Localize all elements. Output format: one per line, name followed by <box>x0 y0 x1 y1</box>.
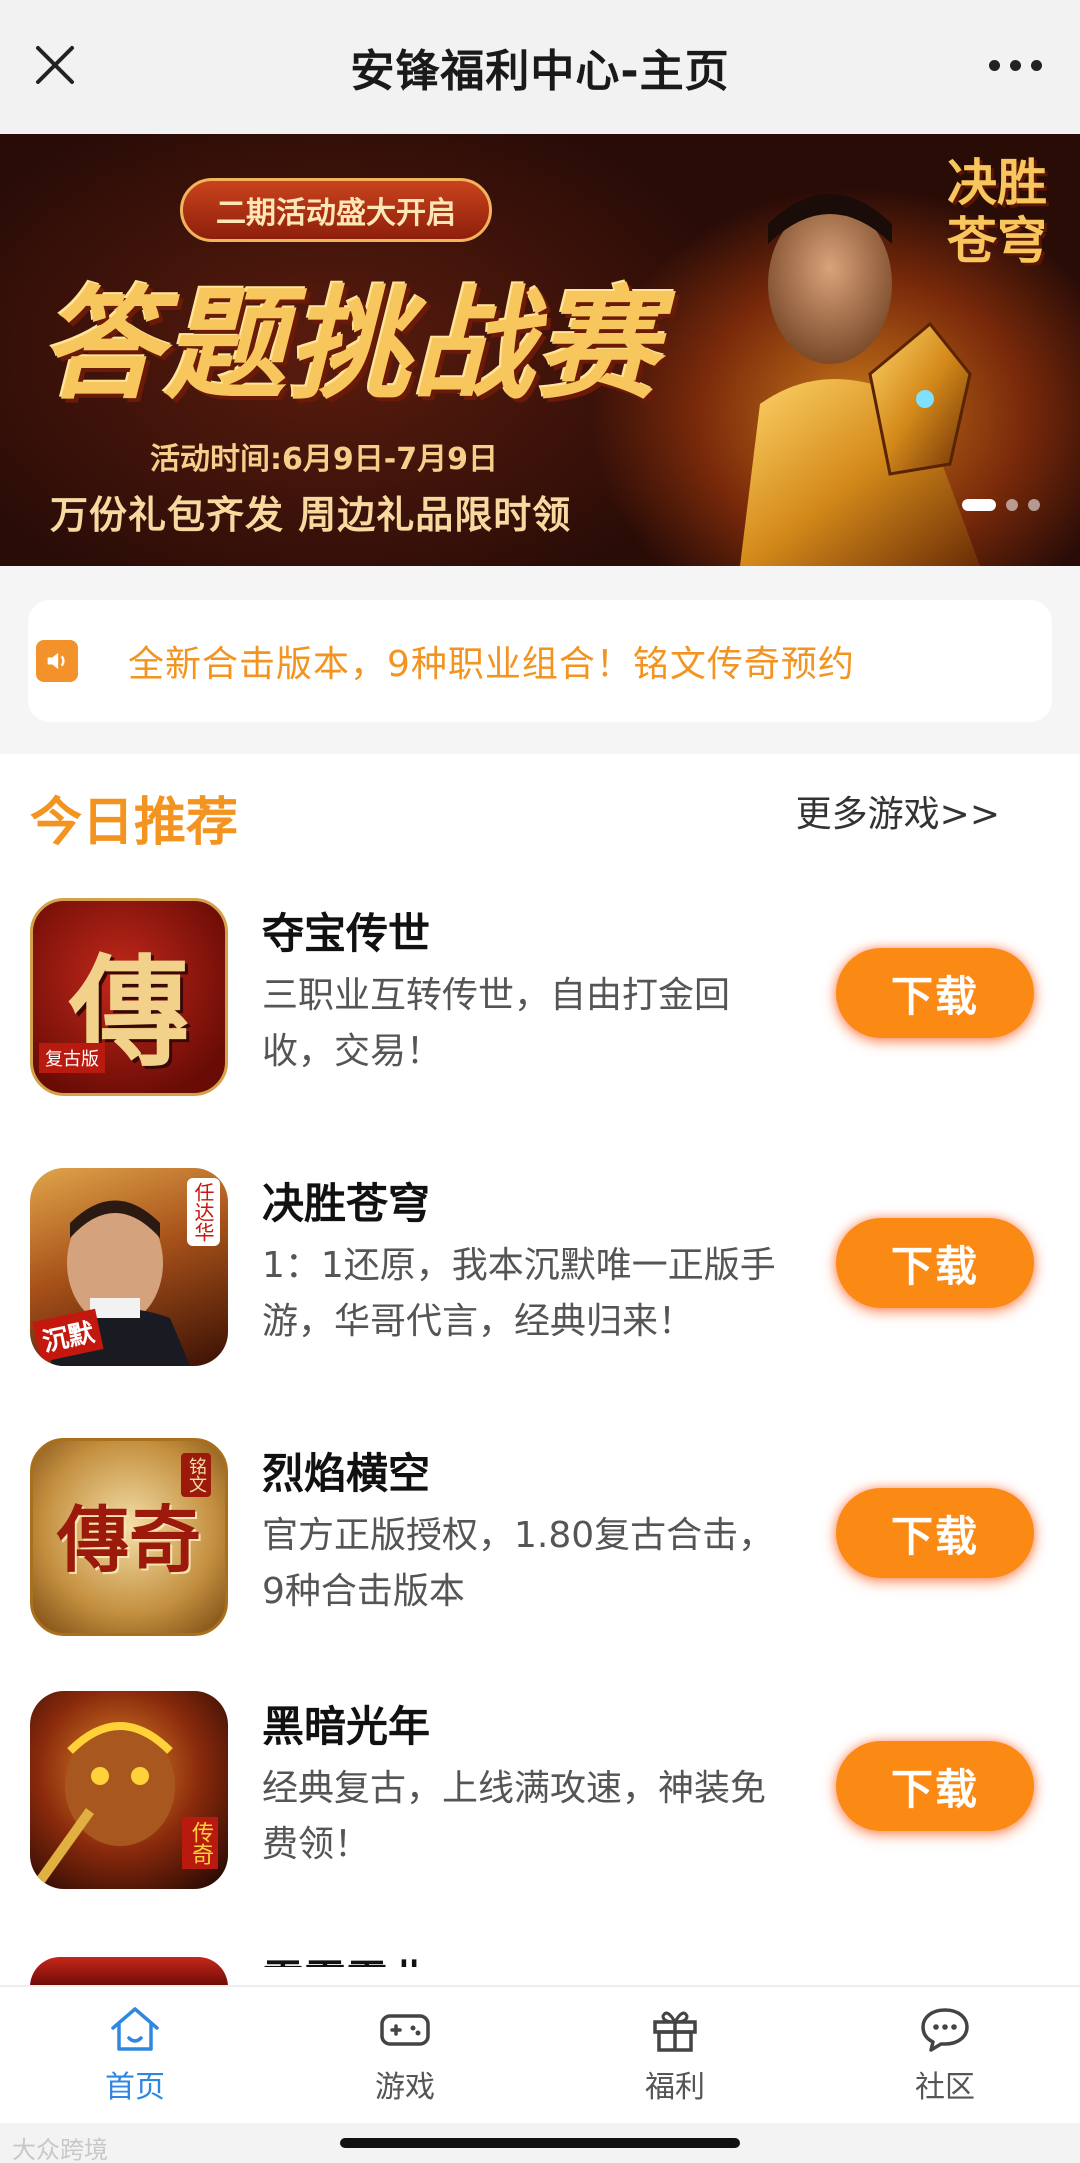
tab-home[interactable]: 首页 <box>0 1987 270 2123</box>
home-icon <box>111 2007 159 2051</box>
tab-games[interactable]: 游戏 <box>270 1987 540 2123</box>
gift-icon <box>653 2011 697 2052</box>
game-icon[interactable]: 傳奇 铭文 <box>30 1438 228 1636</box>
carousel-dot[interactable] <box>1028 499 1040 511</box>
download-button[interactable]: 下载 <box>836 1488 1034 1578</box>
chat-icon <box>921 2008 969 2052</box>
tab-label: 首页 <box>105 2070 165 2105</box>
game-name: 雷霆霸业 <box>262 1947 430 1967</box>
section-title: 今日推荐 <box>30 793 239 853</box>
close-icon[interactable] <box>30 40 80 90</box>
game-description: 官方正版授权，1.80复古合击，9种合击版本 <box>262 1515 775 1612</box>
download-button[interactable]: 下载 <box>836 1741 1034 1831</box>
promo-banner[interactable]: 二期活动盛大开启 答题挑战赛 活动时间:6月9日-7月9日 万份礼包齐发 周边礼… <box>0 134 1080 566</box>
notice-text: 全新合击版本，9种职业组合！铭文传奇预约 <box>128 644 855 685</box>
carousel-dot[interactable] <box>962 499 996 511</box>
notice-bar[interactable]: 全新合击版本，9种职业组合！铭文传奇预约 <box>28 600 1052 722</box>
download-button[interactable]: 下载 <box>836 1218 1034 1308</box>
tab-community[interactable]: 社区 <box>810 1987 1080 2123</box>
banner-subtitle: 万份礼包齐发 周边礼品限时领 <box>50 493 572 537</box>
banner-headline: 答题挑战赛 <box>40 271 660 416</box>
bottom-nav: 首页 游戏 福利 社区 <box>0 1985 1080 2123</box>
game-name: 黑暗光年 <box>262 1702 431 1751</box>
gamepad-icon <box>380 2014 430 2046</box>
game-icon[interactable]: 沉默 任达华 <box>30 1168 228 1366</box>
notice-section: 全新合击版本，9种职业组合！铭文传奇预约 <box>0 566 1080 754</box>
top-bar: 安锋福利中心-主页 <box>0 0 1080 134</box>
tab-label: 福利 <box>645 2070 705 2105</box>
speaker-icon <box>36 640 78 682</box>
game-description: 1：1还原，我本沉默唯一正版手游，华哥代言，经典归来！ <box>262 1245 776 1342</box>
tab-welfare[interactable]: 福利 <box>540 1987 810 2123</box>
game-description: 三职业互转传世，自由打金回收，交易！ <box>262 975 731 1072</box>
tab-label: 游戏 <box>375 2070 435 2105</box>
tab-label: 社区 <box>915 2070 975 2105</box>
game-name: 烈焰横空 <box>262 1449 431 1498</box>
game-description: 经典复古，上线满攻速，神装免费领！ <box>262 1768 767 1865</box>
carousel-dot[interactable] <box>1006 499 1018 511</box>
list-item[interactable]: 传奇 黑暗光年 经典复古，上线满攻速，神装免费领！ 下载 <box>0 1673 1080 1903</box>
game-icon[interactable]: 传奇 <box>30 1691 228 1889</box>
download-button[interactable]: 下载 <box>836 948 1034 1038</box>
carousel-indicator <box>962 499 1040 511</box>
game-icon[interactable] <box>30 1957 228 1987</box>
game-icon[interactable]: 傳 复古版 <box>30 898 228 1096</box>
game-name: 夺宝传世 <box>262 909 431 958</box>
more-icon[interactable] <box>980 40 1050 90</box>
list-item[interactable]: 傳奇 铭文 烈焰横空 官方正版授权，1.80复古合击，9种合击版本 下载 <box>0 1420 1080 1650</box>
page-title: 安锋福利中心-主页 <box>350 46 730 97</box>
banner-pill: 二期活动盛大开启 <box>180 178 492 242</box>
banner-time: 活动时间:6月9日-7月9日 <box>150 442 498 477</box>
more-games-link[interactable]: 更多游戏>> <box>796 785 1000 837</box>
game-name: 决胜苍穹 <box>262 1179 431 1228</box>
list-item[interactable]: 傳 复古版 夺宝传世 三职业互转传世，自由打金回收，交易！ 下载 <box>0 880 1080 1110</box>
list-item[interactable]: 沉默 任达华 决胜苍穹 1：1还原，我本沉默唯一正版手游，华哥代言，经典归来！ … <box>0 1150 1080 1380</box>
home-indicator[interactable] <box>340 2138 740 2148</box>
watermark: 大众跨境 <box>12 2136 108 2163</box>
banner-game-logo: 决胜苍穹 <box>947 153 1047 270</box>
